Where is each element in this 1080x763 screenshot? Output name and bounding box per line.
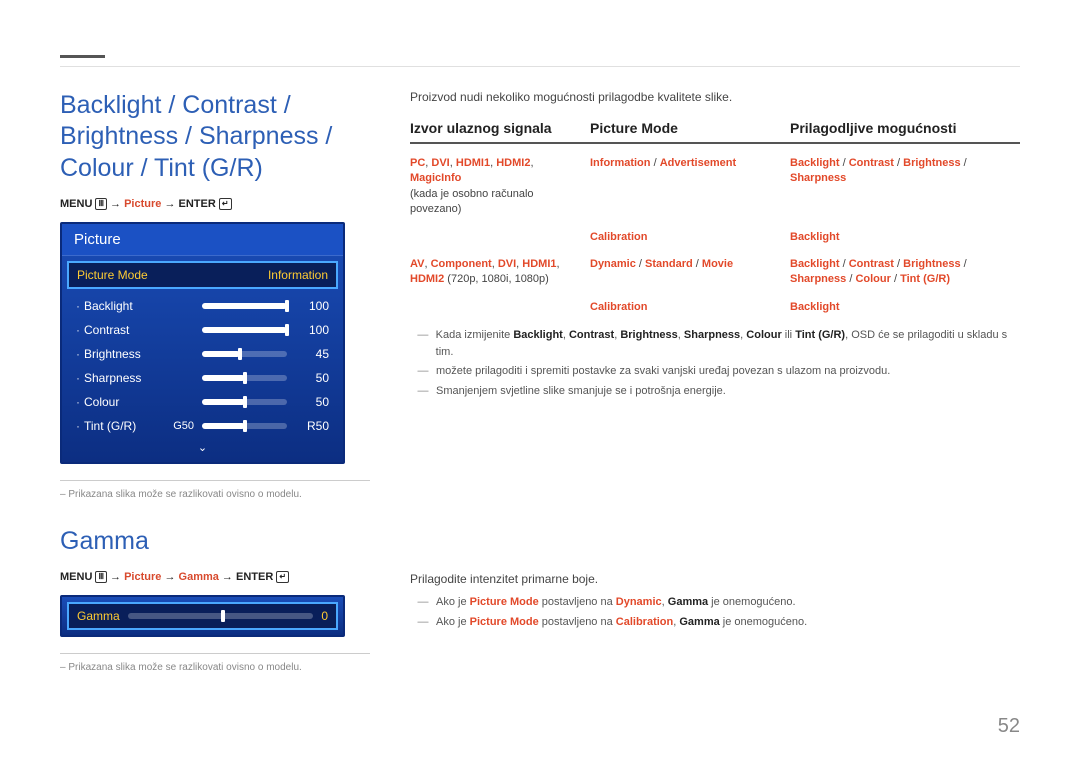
osd-gamma-row[interactable]: Gamma 0 (67, 602, 338, 630)
osd-item-value: 45 (295, 347, 329, 361)
note-line: ―Ako je Picture Mode postavljeno na Dyna… (410, 594, 1020, 611)
slider[interactable] (202, 423, 287, 429)
osd-selected-row[interactable]: Picture Mode Information (67, 261, 338, 289)
slider[interactable] (202, 303, 287, 309)
cell-mode: Calibration (590, 230, 790, 245)
note-line: ―Kada izmijenite Backlight, Contrast, Br… (410, 327, 1020, 360)
gamma-desc: Prilagodite intenzitet primarne boje. (410, 572, 1020, 586)
section2-footnote: Prikazana slika može se razlikovati ovis… (60, 662, 370, 673)
menu-icon: Ⅲ (95, 198, 107, 210)
osd-item-prevalue: G50 (162, 420, 194, 432)
section1-title: Backlight / Contrast / Brightness / Shar… (60, 90, 370, 184)
osd-picture-panel: Picture Picture Mode Information ·Backli… (60, 222, 345, 464)
cell-mode: Dynamic / Standard / Movie (590, 257, 790, 288)
th-source: Izvor ulaznog signala (410, 120, 590, 136)
gamma-notes-list: ―Ako je Picture Mode postavljeno na Dyna… (410, 594, 1020, 630)
enter-icon: ↵ (276, 571, 289, 583)
chevron-down-icon[interactable]: ⌄ (62, 438, 343, 462)
osd-item-value: 50 (295, 395, 329, 409)
osd-item-label: Backlight (84, 299, 162, 313)
table-row: Calibration Backlight (410, 226, 1020, 253)
osd-item-row[interactable]: ·Tint (G/R)G50R50 (62, 414, 343, 438)
slider[interactable] (202, 399, 287, 405)
osd-item-row[interactable]: ·Brightness45 (62, 342, 343, 366)
osd-selected-label: Picture Mode (77, 268, 148, 282)
cell-adjustable: Backlight (790, 230, 1020, 245)
osd-item-row[interactable]: ·Colour50 (62, 390, 343, 414)
section1-footnote: Prikazana slika može se razlikovati ovis… (60, 489, 370, 500)
notes-list: ―Kada izmijenite Backlight, Contrast, Br… (410, 327, 1020, 399)
cell-mode: Calibration (590, 300, 790, 315)
th-mode: Picture Mode (590, 120, 790, 136)
cell-mode: Information / Advertisement (590, 156, 790, 218)
page-number: 52 (998, 715, 1020, 738)
osd-item-label: Sharpness (84, 371, 162, 385)
cell-adjustable: Backlight / Contrast / Brightness / Shar… (790, 257, 1020, 288)
osd-item-value: 100 (295, 299, 329, 313)
divider (60, 653, 370, 654)
osd-item-row[interactable]: ·Backlight100 (62, 294, 343, 318)
menu-icon: Ⅲ (95, 571, 107, 583)
table-row: Calibration Backlight (410, 296, 1020, 323)
cell-adjustable: Backlight / Contrast / Brightness / Shar… (790, 156, 1020, 218)
slider[interactable] (202, 351, 287, 357)
osd-item-value: R50 (295, 419, 329, 433)
divider (60, 480, 370, 481)
intro-line: Proizvod nudi nekoliko mogućnosti prilag… (410, 90, 1020, 104)
cell-source: PC, DVI, HDMI1, HDMI2, MagicInfo(kada je… (410, 156, 590, 218)
note-line: ―možete prilagoditi i spremiti postavke … (410, 363, 1020, 380)
osd-item-row[interactable]: ·Contrast100 (62, 318, 343, 342)
osd-item-value: 50 (295, 371, 329, 385)
th-adjustable: Prilagodljive mogućnosti (790, 120, 1020, 136)
osd-selected-value: Information (268, 268, 328, 282)
top-rule-long (60, 66, 1020, 67)
top-rule-short (60, 55, 105, 58)
cell-source: AV, Component, DVI, HDMI1, HDMI2 (720p, … (410, 257, 590, 288)
osd-item-label: Tint (G/R) (84, 419, 162, 433)
osd-gamma-label: Gamma (77, 609, 120, 623)
left-column: Backlight / Contrast / Brightness / Shar… (60, 90, 370, 673)
slider[interactable] (202, 375, 287, 381)
osd-item-row[interactable]: ·Sharpness50 (62, 366, 343, 390)
enter-icon: ↵ (219, 198, 232, 210)
table-row: AV, Component, DVI, HDMI1, HDMI2 (720p, … (410, 253, 1020, 296)
osd-gamma-value: 0 (321, 609, 328, 623)
slider[interactable] (202, 327, 287, 333)
gamma-slider[interactable] (128, 613, 314, 619)
osd-header: Picture (62, 224, 343, 256)
osd-item-label: Contrast (84, 323, 162, 337)
osd-gamma-panel: Gamma 0 (60, 595, 345, 637)
cell-adjustable: Backlight (790, 300, 1020, 315)
note-line: ―Ako je Picture Mode postavljeno na Cali… (410, 614, 1020, 631)
section2-menu-path: MENU Ⅲ → Picture → Gamma → ENTER ↵ (60, 571, 370, 583)
note-line: ―Smanjenjem svjetline slike smanjuje se … (410, 383, 1020, 400)
section1-menu-path: MENU Ⅲ → Picture → ENTER ↵ (60, 198, 370, 210)
osd-item-label: Brightness (84, 347, 162, 361)
table-row: PC, DVI, HDMI1, HDMI2, MagicInfo(kada je… (410, 152, 1020, 226)
right-column: Proizvod nudi nekoliko mogućnosti prilag… (410, 90, 1020, 673)
osd-item-value: 100 (295, 323, 329, 337)
section2-title: Gamma (60, 526, 370, 557)
osd-item-label: Colour (84, 395, 162, 409)
table-header-row: Izvor ulaznog signala Picture Mode Prila… (410, 120, 1020, 144)
